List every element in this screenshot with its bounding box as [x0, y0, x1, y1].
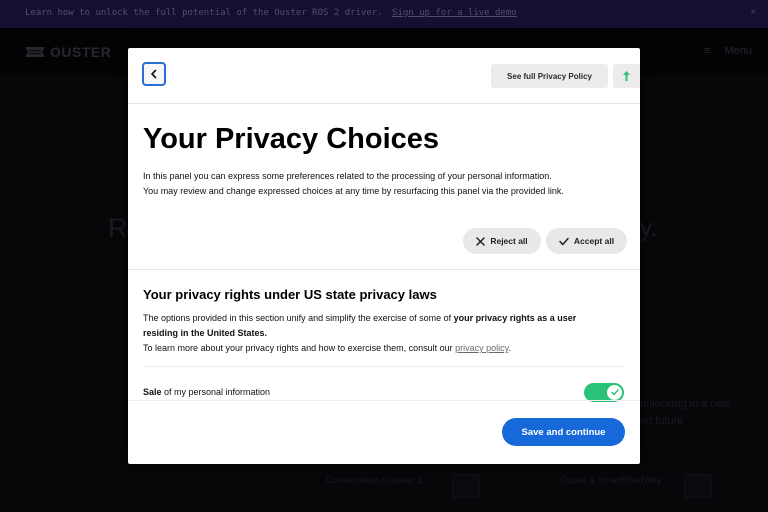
section-divider: [128, 269, 640, 270]
dialog-intro: In this panel you can express some prefe…: [143, 169, 623, 199]
us-rights-section-title: Your privacy rights under US state priva…: [143, 287, 437, 302]
toggle-check-icon: [610, 389, 619, 396]
toggle-knob: [607, 385, 622, 400]
back-button[interactable]: [142, 62, 166, 86]
close-icon: [476, 236, 486, 246]
section-body-text: The options provided in this section uni…: [143, 313, 454, 323]
sale-preference-label: Sale of my personal information: [143, 387, 270, 397]
privacy-policy-link[interactable]: privacy policy: [455, 343, 508, 353]
us-rights-section-body: The options provided in this section uni…: [143, 311, 613, 356]
accept-all-label: Accept all: [573, 236, 615, 246]
sale-label-bold: Sale: [143, 387, 162, 397]
dialog-toolbar: See full Privacy Policy: [128, 48, 640, 104]
reject-all-button[interactable]: Reject all: [463, 228, 541, 254]
sale-label-text: of my personal information: [161, 387, 271, 397]
dialog-title: Your Privacy Choices: [143, 123, 440, 155]
section-body-end: .: [508, 343, 512, 353]
privacy-choices-dialog: See full Privacy Policy Your Privacy Cho…: [128, 48, 640, 464]
arrow-up-icon: [623, 71, 630, 81]
footer-divider: [128, 400, 640, 401]
row-divider: [143, 366, 624, 367]
intro-line-1: In this panel you can express some prefe…: [143, 171, 552, 181]
check-icon: [559, 237, 569, 245]
reject-all-label: Reject all: [490, 236, 528, 246]
accept-all-button[interactable]: Accept all: [546, 228, 627, 254]
see-privacy-policy-button[interactable]: See full Privacy Policy: [491, 64, 608, 88]
save-and-continue-button[interactable]: Save and continue: [502, 418, 625, 446]
section-body-line2: To learn more about your privacy rights …: [143, 343, 456, 353]
intro-line-2: You may review and change expressed choi…: [143, 186, 564, 196]
scroll-top-button[interactable]: [613, 64, 640, 88]
chevron-left-icon: [151, 69, 157, 79]
